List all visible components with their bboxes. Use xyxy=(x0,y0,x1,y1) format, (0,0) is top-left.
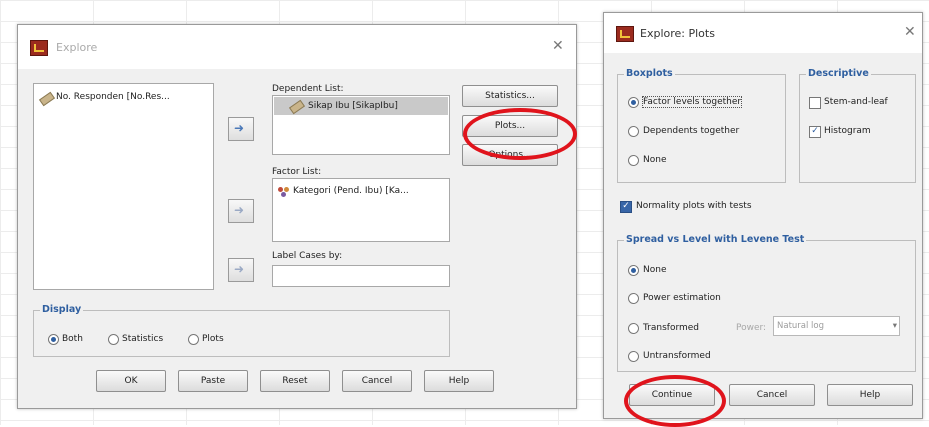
plots-dialog: Explore: Plots ✕ Boxplots Factor levels … xyxy=(603,12,923,419)
arrow-right-icon: ➜ xyxy=(234,121,245,135)
stem-and-leaf-checkbox[interactable] xyxy=(809,97,821,109)
boxplot-dependents-radio[interactable] xyxy=(628,126,639,137)
source-variable-item[interactable]: No. Responden [No.Res... xyxy=(56,92,170,102)
nominal-variable-icon xyxy=(278,187,290,197)
dependent-list[interactable]: Sikap Ibu [SikapIbu] xyxy=(272,95,450,155)
dependent-item-selected[interactable]: Sikap Ibu [SikapIbu] xyxy=(274,97,448,115)
spread-vs-level-group: Spread vs Level with Levene Test None Po… xyxy=(617,234,916,372)
descriptive-group: Descriptive Stem-and-leaf ✓ Histogram xyxy=(799,68,916,183)
power-select[interactable]: Natural log ▾ xyxy=(773,316,900,336)
spread-none-label: None xyxy=(643,265,667,275)
move-to-dependent-button[interactable]: ➜ xyxy=(228,117,254,141)
help-button[interactable]: Help xyxy=(424,370,494,392)
chevron-down-icon: ▾ xyxy=(892,321,897,331)
plots-help-button[interactable]: Help xyxy=(827,384,913,406)
power-select-value: Natural log xyxy=(777,321,825,331)
cancel-button[interactable]: Cancel xyxy=(342,370,412,392)
label-cases-label: Label Cases by: xyxy=(272,251,343,261)
boxplots-group-title: Boxplots xyxy=(624,68,675,79)
explore-dialog: Explore ✕ No. Responden [No.Res... ➜ ➜ ➜… xyxy=(17,24,577,409)
display-statistics-radio[interactable] xyxy=(108,334,119,345)
highlight-ring-plots xyxy=(463,108,577,160)
explore-title: Explore xyxy=(56,41,98,54)
display-group-title: Display xyxy=(40,304,84,315)
scale-variable-icon xyxy=(288,99,306,115)
display-statistics-label: Statistics xyxy=(122,334,164,344)
plots-close-icon[interactable]: ✕ xyxy=(904,24,916,40)
spread-power-estimation-label: Power estimation xyxy=(643,293,721,303)
statistics-button[interactable]: Statistics... xyxy=(462,85,558,107)
move-to-label-cases-button[interactable]: ➜ xyxy=(228,258,254,282)
ok-button[interactable]: OK xyxy=(96,370,166,392)
boxplot-none-label: None xyxy=(643,155,667,165)
dependent-list-label: Dependent List: xyxy=(272,84,344,94)
highlight-ring-continue xyxy=(624,375,726,427)
descriptive-group-title: Descriptive xyxy=(806,68,871,79)
spread-untransformed-radio[interactable] xyxy=(628,351,639,362)
dependent-item-label: Sikap Ibu [SikapIbu] xyxy=(308,101,398,111)
display-group: Display Both Statistics Plots xyxy=(33,304,450,357)
display-plots-radio[interactable] xyxy=(188,334,199,345)
power-label: Power: xyxy=(736,323,767,333)
arrow-right-icon: ➜ xyxy=(234,203,245,217)
move-to-factor-button[interactable]: ➜ xyxy=(228,199,254,223)
spss-app-icon xyxy=(616,26,634,42)
scale-variable-icon xyxy=(38,91,56,107)
boxplot-none-radio[interactable] xyxy=(628,155,639,166)
display-plots-label: Plots xyxy=(202,334,224,344)
spread-transformed-radio[interactable] xyxy=(628,323,639,334)
display-both-radio[interactable] xyxy=(48,334,59,345)
factor-list-label: Factor List: xyxy=(272,167,322,177)
stem-and-leaf-label: Stem-and-leaf xyxy=(824,97,888,107)
boxplots-group: Boxplots Factor levels together Dependen… xyxy=(617,68,786,183)
plots-cancel-button[interactable]: Cancel xyxy=(729,384,815,406)
spss-app-icon xyxy=(30,40,48,56)
label-cases-field[interactable] xyxy=(272,265,450,287)
explore-close-icon[interactable]: ✕ xyxy=(552,38,564,54)
spread-group-title: Spread vs Level with Levene Test xyxy=(624,234,807,245)
boxplot-factor-levels-label: Factor levels together xyxy=(641,96,743,108)
display-both-label: Both xyxy=(62,334,83,344)
boxplot-dependents-label: Dependents together xyxy=(643,126,740,136)
paste-button[interactable]: Paste xyxy=(178,370,248,392)
plots-title: Explore: Plots xyxy=(640,27,715,40)
boxplot-factor-levels-radio[interactable] xyxy=(628,97,639,108)
normality-plots-checkbox[interactable]: ✓ xyxy=(620,201,632,213)
histogram-label: Histogram xyxy=(824,126,871,136)
factor-item-label[interactable]: Kategori (Pend. Ibu) [Ka... xyxy=(293,186,409,196)
spread-transformed-label: Transformed xyxy=(643,323,700,333)
source-variable-list[interactable]: No. Responden [No.Res... xyxy=(33,83,214,290)
spread-power-estimation-radio[interactable] xyxy=(628,293,639,304)
normality-plots-label: Normality plots with tests xyxy=(636,201,752,211)
reset-button[interactable]: Reset xyxy=(260,370,330,392)
plots-titlebar: Explore: Plots ✕ xyxy=(604,13,922,53)
arrow-right-icon: ➜ xyxy=(234,262,245,276)
spread-none-radio[interactable] xyxy=(628,265,639,276)
factor-list[interactable]: Kategori (Pend. Ibu) [Ka... xyxy=(272,178,450,242)
spread-untransformed-label: Untransformed xyxy=(643,351,711,361)
explore-titlebar: Explore ✕ xyxy=(18,25,576,69)
histogram-checkbox[interactable]: ✓ xyxy=(809,126,821,138)
